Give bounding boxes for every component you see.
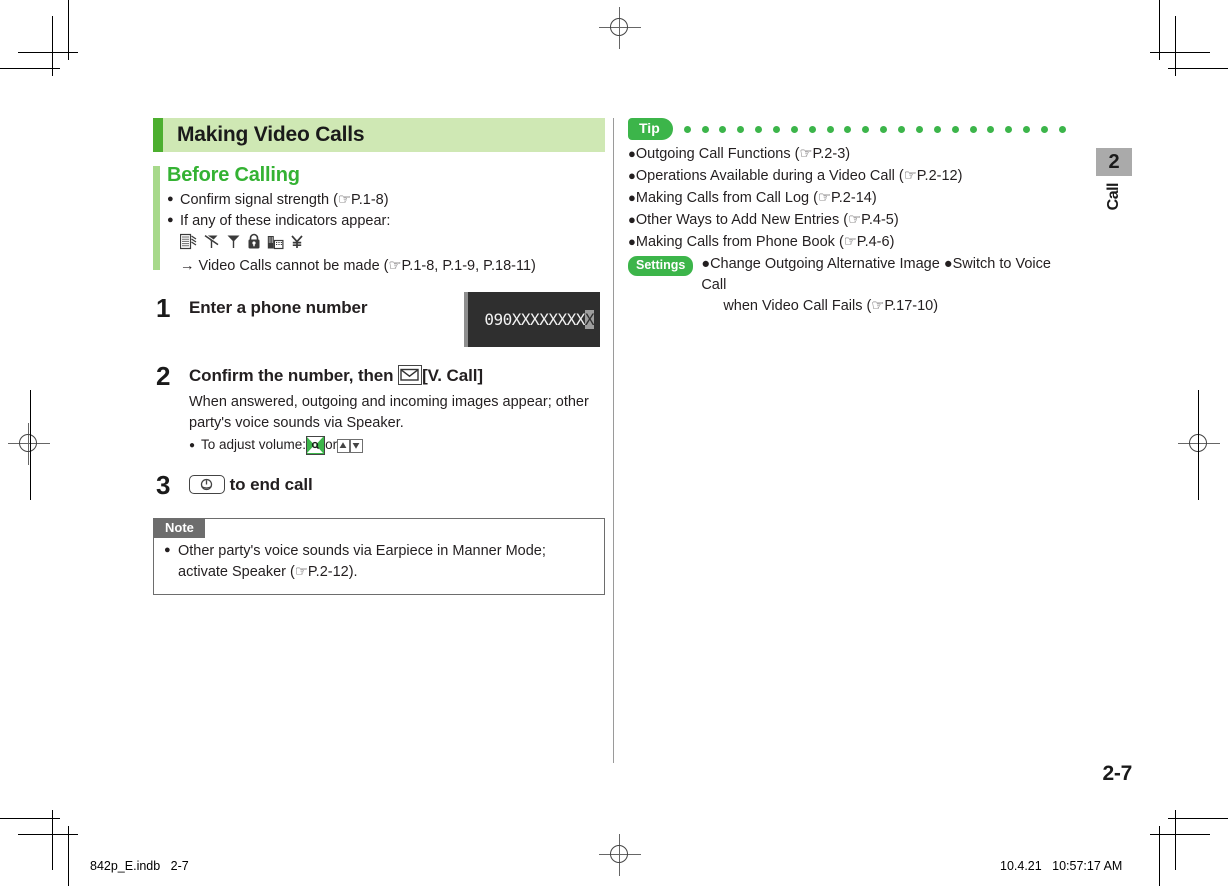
step-heading: to end call [189,474,605,496]
before-calling-result: → Video Calls cannot be made (☞P.1-8, P.… [180,258,536,275]
subsection-heading: Before Calling [167,164,300,186]
volume-up-key-icon [337,438,351,453]
indicator-icon-row [167,233,605,255]
dialed-number-display: 090XXXXXXXXX [484,310,600,329]
before-calling-bullet: ● If any of these indicators appear: [167,211,605,232]
bullet-dot-icon: ● [167,213,174,226]
bullet-dot-icon: ● [628,146,636,161]
step-number: 3 [156,469,171,500]
nav-key-icon [306,436,326,456]
antenna-crossed-icon [203,233,220,255]
section-header-stripe [153,118,163,152]
chapter-name: Call [1105,183,1122,211]
tip-item-text: Other Ways to Add New Entries (☞P.4-5) [635,212,899,229]
note-item-text: Other party's voice sounds via Earpiece … [178,542,546,580]
step-sub-bullet: ● To adjust volume: or [189,435,605,456]
step-heading: Confirm the number, then [V. Call] [189,365,605,387]
text-cursor: X [584,310,595,329]
settings-line-2: when Video Call Fails (☞P.17-10) [723,298,939,315]
print-slug-filename: 842p_E.indb 2-7 [90,859,189,873]
bullet-dot-icon: ● [164,543,171,556]
antenna-icon [226,233,241,255]
step-heading-suffix: to end call [225,474,313,494]
lock-icon [247,233,261,255]
yen-icon [290,233,304,255]
before-calling-bullet-text: Confirm signal strength (☞P.1-8) [180,192,389,208]
bullet-dot-icon: ● [628,168,636,184]
chapter-number: 2 [1096,148,1132,176]
page-title: Making Video Calls [177,123,365,146]
right-column: Tip ●Outgoing Call Functions (☞P.2-3) ●O… [628,118,1068,317]
step-number: 2 [156,361,171,392]
dialed-number-text: 090XXXXXXXX [484,310,585,329]
mail-key-icon [398,365,423,386]
phone-screen-thumbnail: 090XXXXXXXXX [464,292,600,347]
tip-item-text: Making Calls from Call Log (☞P.2-14) [635,190,877,207]
step-number: 1 [156,293,171,324]
column-divider [613,118,614,763]
tip-header: Tip [628,118,1068,140]
tip-item: ●Making Calls from Call Log (☞P.2-14) [628,188,1068,209]
settings-text: ●Change Outgoing Alternative Image ●Swit… [693,254,1068,317]
sub-bullet-middle: or [325,437,338,453]
tip-item-text: Operations Available during a Video Call… [635,168,963,185]
volume-down-key-icon [350,438,364,453]
tip-settings-row: Settings ●Change Outgoing Alternative Im… [628,254,1068,317]
folio-page-number: 2-7 [1102,762,1133,785]
step-body: When answered, outgoing and incoming ima… [189,394,589,432]
before-calling-section: Before Calling ● Confirm signal strength… [153,164,605,277]
left-column: Making Video Calls Before Calling ● Conf… [153,118,605,595]
tip-item-text: Making Calls from Phone Book (☞P.4-6) [635,234,895,251]
note-label: Note [154,518,205,538]
print-slug-timestamp: 10.4.21 10:57:17 AM [1000,859,1123,873]
no-service-icon [179,233,197,255]
tip-item: ●Outgoing Call Functions (☞P.2-3) [628,144,1068,165]
roaming-building-icon [267,233,284,255]
before-calling-bullet-text: If any of these indicators appear: [180,212,391,229]
section-header: Making Video Calls [153,118,605,152]
step-3: 3 to end call [153,470,605,500]
tip-item: ●Other Ways to Add New Entries (☞P.4-5) [628,210,1068,231]
tip-item-text: Outgoing Call Functions (☞P.2-3) [635,146,851,162]
note-box: Note ● Other party's voice sounds via Ea… [153,517,605,595]
sub-bullet-prefix: To adjust volume: [201,437,307,453]
tip-item: ●Operations Available during a Video Cal… [628,166,1068,187]
tip-item: ●Making Calls from Phone Book (☞P.4-6) [628,232,1068,253]
settings-badge: Settings [628,256,694,276]
manual-page: Making Video Calls Before Calling ● Conf… [0,0,1228,886]
bullet-dot-icon: ● [628,212,636,228]
step-heading-prefix: Confirm the number, then [189,366,399,386]
subsection-stripe [153,166,160,270]
end-call-key-icon [189,474,225,494]
bullet-dot-icon: ● [189,440,196,452]
tip-dot-rule [673,125,1068,133]
chapter-tab: 2 Call [1096,148,1132,215]
bullet-dot-icon: ● [628,190,636,206]
note-item: ● Other party's voice sounds via Earpiec… [164,541,594,583]
step-heading-suffix: [V. Call] [422,366,483,386]
step-2: 2 Confirm the number, then [V. Call] Whe… [153,361,605,456]
tip-badge: Tip [628,118,673,140]
bullet-dot-icon: ● [167,193,174,205]
before-calling-bullet: ● Confirm signal strength (☞P.1-8) [167,190,605,211]
settings-line-1: ●Change Outgoing Alternative Image ●Swit… [701,256,1051,294]
bullet-dot-icon: ● [628,234,636,250]
